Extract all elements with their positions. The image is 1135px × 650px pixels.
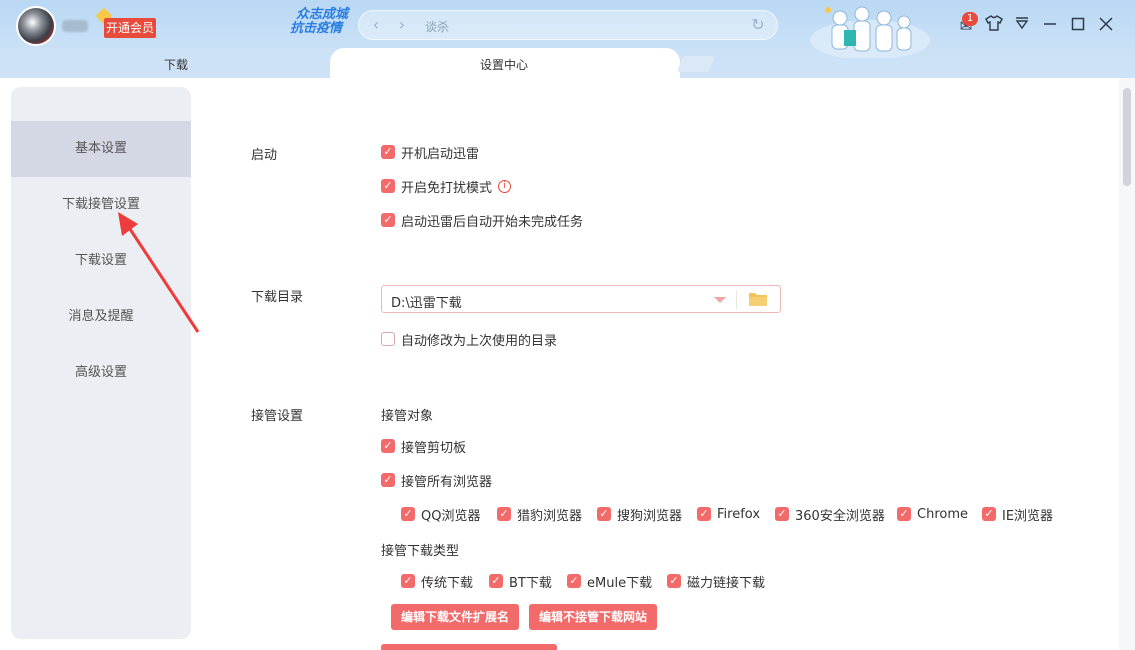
address-bar[interactable]: ‹ › 谈杀 ↻	[358, 10, 778, 40]
startup-resume-label: 启动迅雷后自动开始未完成任务	[401, 211, 583, 230]
auto-modify-dir-option[interactable]: 自动修改为上次使用的目录	[381, 331, 557, 347]
type-label: 磁力链接下载	[687, 572, 765, 591]
checkbox-checked-icon[interactable]: ✓	[381, 179, 395, 193]
checkbox-checked-icon[interactable]: ✓	[401, 574, 415, 588]
tab-download-label: 下载	[164, 56, 188, 73]
takeover-target-label: 接管对象	[381, 405, 433, 424]
browser-option-ie[interactable]: ✓ IE浏览器	[982, 506, 1053, 522]
checkbox-checked-icon[interactable]: ✓	[381, 439, 395, 453]
browser-option-360[interactable]: ✓ 360安全浏览器	[775, 506, 885, 522]
settings-content: 基本设置 下载接管设置 下载设置 消息及提醒 高级设置	[0, 78, 1135, 650]
browser-label: Firefox	[717, 507, 760, 522]
checkbox-checked-icon[interactable]: ✓	[497, 507, 511, 521]
type-option-magnet[interactable]: ✓ 磁力链接下载	[667, 573, 765, 589]
browser-label: QQ浏览器	[421, 505, 480, 524]
startup-dnd-option[interactable]: ✓ 开启免打扰模式 i	[381, 178, 511, 194]
forward-icon[interactable]: ›	[393, 16, 411, 34]
checkbox-checked-icon[interactable]: ✓	[381, 145, 395, 159]
tab-download[interactable]: 下载	[0, 48, 350, 78]
checkbox-checked-icon[interactable]: ✓	[667, 574, 681, 588]
checkbox-checked-icon[interactable]: ✓	[489, 574, 503, 588]
startup-dnd-label: 开启免打扰模式	[401, 177, 492, 196]
checkbox-checked-icon[interactable]: ✓	[775, 507, 789, 521]
edit-extensions-button[interactable]: 编辑下载文件扩展名	[391, 604, 519, 630]
chevron-down-icon[interactable]	[714, 297, 726, 303]
address-text[interactable]: 谈杀	[425, 18, 449, 35]
info-icon[interactable]: i	[498, 180, 511, 193]
browser-option-liebao[interactable]: ✓ 猎豹浏览器	[497, 506, 582, 522]
checkbox-checked-icon[interactable]: ✓	[897, 507, 911, 521]
settings-sidebar: 基本设置 下载接管设置 下载设置 消息及提醒 高级设置	[11, 87, 191, 639]
sidebar-item-advanced[interactable]: 高级设置	[11, 345, 191, 401]
user-avatar[interactable]	[16, 6, 56, 46]
slogan-line-1: 众志成城	[290, 8, 348, 22]
takeover-clipboard-option[interactable]: ✓ 接管剪切板	[381, 438, 466, 454]
takeover-types-label: 接管下载类型	[381, 540, 459, 559]
takeover-all-browsers-label: 接管所有浏览器	[401, 471, 492, 490]
download-dir-section-label: 下载目录	[251, 286, 303, 305]
more-button-partial[interactable]	[381, 644, 557, 650]
close-icon[interactable]	[1094, 14, 1118, 38]
startup-autostart-option[interactable]: ✓ 开机启动迅雷	[381, 144, 479, 160]
download-dir-select[interactable]: D:\迅雷下载	[381, 285, 781, 313]
type-option-emule[interactable]: ✓ eMule下载	[567, 573, 652, 589]
browser-label: 猎豹浏览器	[517, 505, 582, 524]
sidebar-item-takeover[interactable]: 下载接管设置	[11, 177, 191, 233]
checkbox-checked-icon[interactable]: ✓	[597, 507, 611, 521]
new-tab-button[interactable]	[677, 56, 715, 72]
checkbox-checked-icon[interactable]: ✓	[982, 507, 996, 521]
minimize-icon[interactable]	[1038, 14, 1062, 38]
browser-label: 360安全浏览器	[795, 505, 885, 524]
folder-icon[interactable]	[748, 292, 768, 307]
tab-settings-label: 设置中心	[480, 56, 528, 73]
type-option-traditional[interactable]: ✓ 传统下载	[401, 573, 473, 589]
browser-label: IE浏览器	[1002, 505, 1053, 524]
takeover-section-label: 接管设置	[251, 405, 303, 424]
divider	[736, 291, 737, 309]
browser-option-sogou[interactable]: ✓ 搜狗浏览器	[597, 506, 682, 522]
type-label: 传统下载	[421, 572, 473, 591]
back-icon[interactable]: ‹	[367, 16, 385, 34]
startup-section-label: 启动	[251, 144, 277, 163]
takeover-clipboard-label: 接管剪切板	[401, 437, 466, 456]
browser-label: Chrome	[917, 507, 968, 522]
type-label: BT下载	[509, 572, 552, 591]
edit-excluded-sites-button[interactable]: 编辑不接管下载网站	[529, 604, 657, 630]
username-blurred[interactable]	[62, 20, 88, 32]
menu-dropdown-icon[interactable]	[1010, 14, 1034, 38]
maximize-icon[interactable]	[1066, 14, 1090, 38]
takeover-all-browsers-option[interactable]: ✓ 接管所有浏览器	[381, 472, 492, 488]
skin-tshirt-icon[interactable]	[982, 14, 1006, 38]
scrollbar-thumb[interactable]	[1123, 88, 1131, 186]
slogan: 众志成城 抗击疫情	[290, 8, 348, 36]
download-dir-value: D:\迅雷下载	[391, 292, 462, 311]
slogan-line-2: 抗击疫情	[290, 22, 348, 36]
sidebar-item-basic[interactable]: 基本设置	[11, 121, 191, 177]
type-option-bt[interactable]: ✓ BT下载	[489, 573, 552, 589]
checkbox-checked-icon[interactable]: ✓	[567, 574, 581, 588]
message-badge: 1	[962, 12, 978, 26]
browser-option-chrome[interactable]: ✓ Chrome	[897, 506, 968, 522]
checkbox-checked-icon[interactable]: ✓	[697, 507, 711, 521]
auto-modify-dir-label: 自动修改为上次使用的目录	[401, 330, 557, 349]
medical-staff-illustration	[800, 0, 940, 58]
scrollbar-track[interactable]	[1119, 78, 1135, 650]
refresh-icon[interactable]: ↻	[749, 16, 767, 34]
type-label: eMule下载	[587, 572, 652, 591]
browser-option-firefox[interactable]: ✓ Firefox	[697, 506, 760, 522]
browser-label: 搜狗浏览器	[617, 505, 682, 524]
startup-autostart-label: 开机启动迅雷	[401, 143, 479, 162]
sidebar-item-notifications[interactable]: 消息及提醒	[11, 289, 191, 345]
browser-option-qq[interactable]: ✓ QQ浏览器	[401, 506, 480, 522]
startup-resume-option[interactable]: ✓ 启动迅雷后自动开始未完成任务	[381, 212, 583, 228]
open-vip-button[interactable]: 开通会员	[104, 18, 156, 38]
checkbox-unchecked-icon[interactable]	[381, 332, 395, 346]
sidebar-item-download[interactable]: 下载设置	[11, 233, 191, 289]
checkbox-checked-icon[interactable]: ✓	[381, 473, 395, 487]
checkbox-checked-icon[interactable]: ✓	[381, 213, 395, 227]
checkbox-checked-icon[interactable]: ✓	[401, 507, 415, 521]
tab-settings[interactable]: 设置中心	[330, 48, 680, 78]
